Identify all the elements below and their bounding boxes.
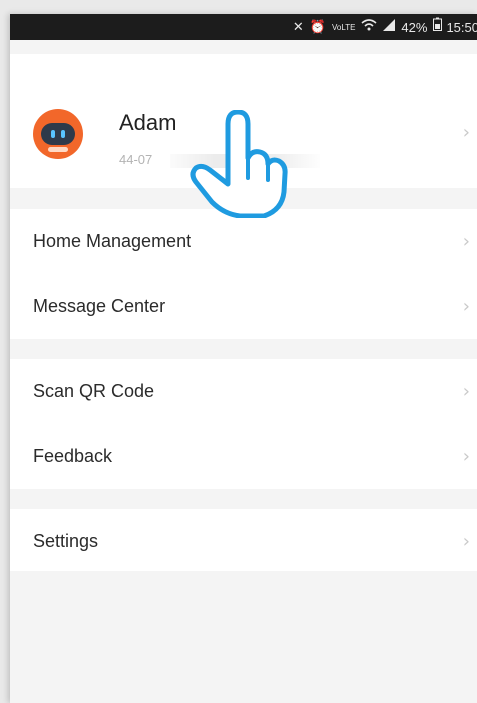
menu-item-label: Feedback <box>33 446 113 466</box>
chevron-right-icon: › <box>462 531 470 552</box>
menu-item-label: Message Center <box>33 296 166 316</box>
battery-percent: 42% <box>401 19 428 35</box>
battery-icon <box>433 14 443 40</box>
menu-group-settings: Settings › <box>10 509 477 571</box>
robot-face-icon <box>41 123 75 145</box>
signal-icon <box>383 14 396 40</box>
volte-icon: VoLTE <box>332 22 356 32</box>
menu-item-message-center[interactable]: Message Center › <box>10 274 477 339</box>
menu-item-label: Settings <box>33 531 99 551</box>
phone-screen: ✕ ⏰ VoLTE 42% 15:50 Adam 44-07 › Home Ma… <box>10 14 477 703</box>
menu-item-scan-qr-code[interactable]: Scan QR Code › <box>10 359 477 424</box>
user-name: Adam <box>119 110 177 135</box>
wifi-icon <box>361 14 377 40</box>
chevron-right-icon: › <box>462 381 470 402</box>
avatar[interactable] <box>33 109 83 159</box>
chevron-right-icon: › <box>462 231 470 252</box>
chevron-right-icon: › <box>462 296 470 317</box>
user-id: 44-07 <box>119 152 153 167</box>
menu-item-feedback[interactable]: Feedback › <box>10 424 477 489</box>
pointing-hand-icon <box>190 110 288 218</box>
status-bar: ✕ ⏰ VoLTE 42% 15:50 <box>10 14 477 40</box>
chevron-right-icon: › <box>462 446 470 467</box>
menu-group-home: Home Management › Message Center › <box>10 209 477 339</box>
alarm-icon: ⏰ <box>309 19 326 34</box>
chevron-right-icon: › <box>462 122 470 143</box>
menu-item-label: Scan QR Code <box>33 381 155 401</box>
clock-time: 15:50 <box>446 19 477 35</box>
menu-item-label: Home Management <box>33 231 192 251</box>
menu-group-tools: Scan QR Code › Feedback › <box>10 359 477 489</box>
menu-item-home-management[interactable]: Home Management › <box>10 209 477 274</box>
menu-item-settings[interactable]: Settings › <box>10 509 477 574</box>
mute-icon: ✕ <box>292 19 304 34</box>
